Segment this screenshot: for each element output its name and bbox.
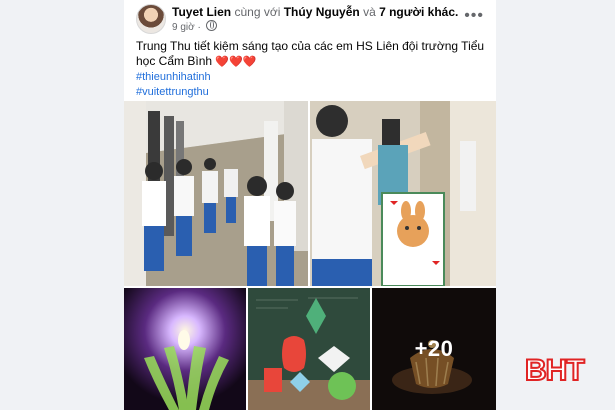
post-header: Tuyet Lien cùng với Thúy Nguyễn và 7 ngư… <box>136 2 488 34</box>
author-line: Tuyet Lien cùng với Thúy Nguyễn và 7 ngư… <box>172 5 458 19</box>
photo-bottle-lantern[interactable] <box>124 288 246 410</box>
photo-bottle-lantern-image <box>124 288 246 410</box>
hearts-emoji: ❤️❤️❤️ <box>215 56 257 68</box>
photo-students-corridor[interactable] <box>124 101 308 286</box>
lantern-drawing <box>381 192 445 286</box>
photo-chalkboard-lanterns-image <box>248 288 370 410</box>
post-time[interactable]: 9 giờ <box>172 22 195 33</box>
tagged-name[interactable]: Thúy Nguyễn <box>284 5 360 19</box>
and-text: và <box>363 5 376 19</box>
author-avatar[interactable] <box>136 4 166 34</box>
post-text: Trung Thu tiết kiệm sáng tạo của các em … <box>136 39 485 68</box>
globe-icon <box>205 20 217 31</box>
facebook-post: Tuyet Lien cùng với Thúy Nguyễn và 7 ngư… <box>124 0 496 410</box>
watermark-logo: BHT <box>524 353 586 388</box>
ellipsis-icon[interactable]: ••• <box>464 8 484 24</box>
with-text: cùng với <box>234 5 281 19</box>
photo-student-drawing[interactable] <box>310 101 496 286</box>
photo-grid: +20 <box>124 101 496 410</box>
photo-student-drawing-image <box>310 101 496 286</box>
photo-chalkboard-lanterns[interactable] <box>248 288 370 410</box>
post-meta: 9 giờ · <box>172 20 217 33</box>
others-link[interactable]: 7 người khác. <box>379 5 458 19</box>
hashtag-2[interactable]: #vuitettrungthu <box>136 85 486 100</box>
hashtag-1[interactable]: #thieunhihatinh <box>136 70 486 85</box>
more-photos-overlay[interactable]: +20 <box>372 288 496 410</box>
photo-students-corridor-image <box>124 101 308 286</box>
photo-more[interactable]: +20 <box>372 288 496 410</box>
post-body: Trung Thu tiết kiệm sáng tạo của các em … <box>136 39 486 100</box>
author-name[interactable]: Tuyet Lien <box>172 5 231 19</box>
